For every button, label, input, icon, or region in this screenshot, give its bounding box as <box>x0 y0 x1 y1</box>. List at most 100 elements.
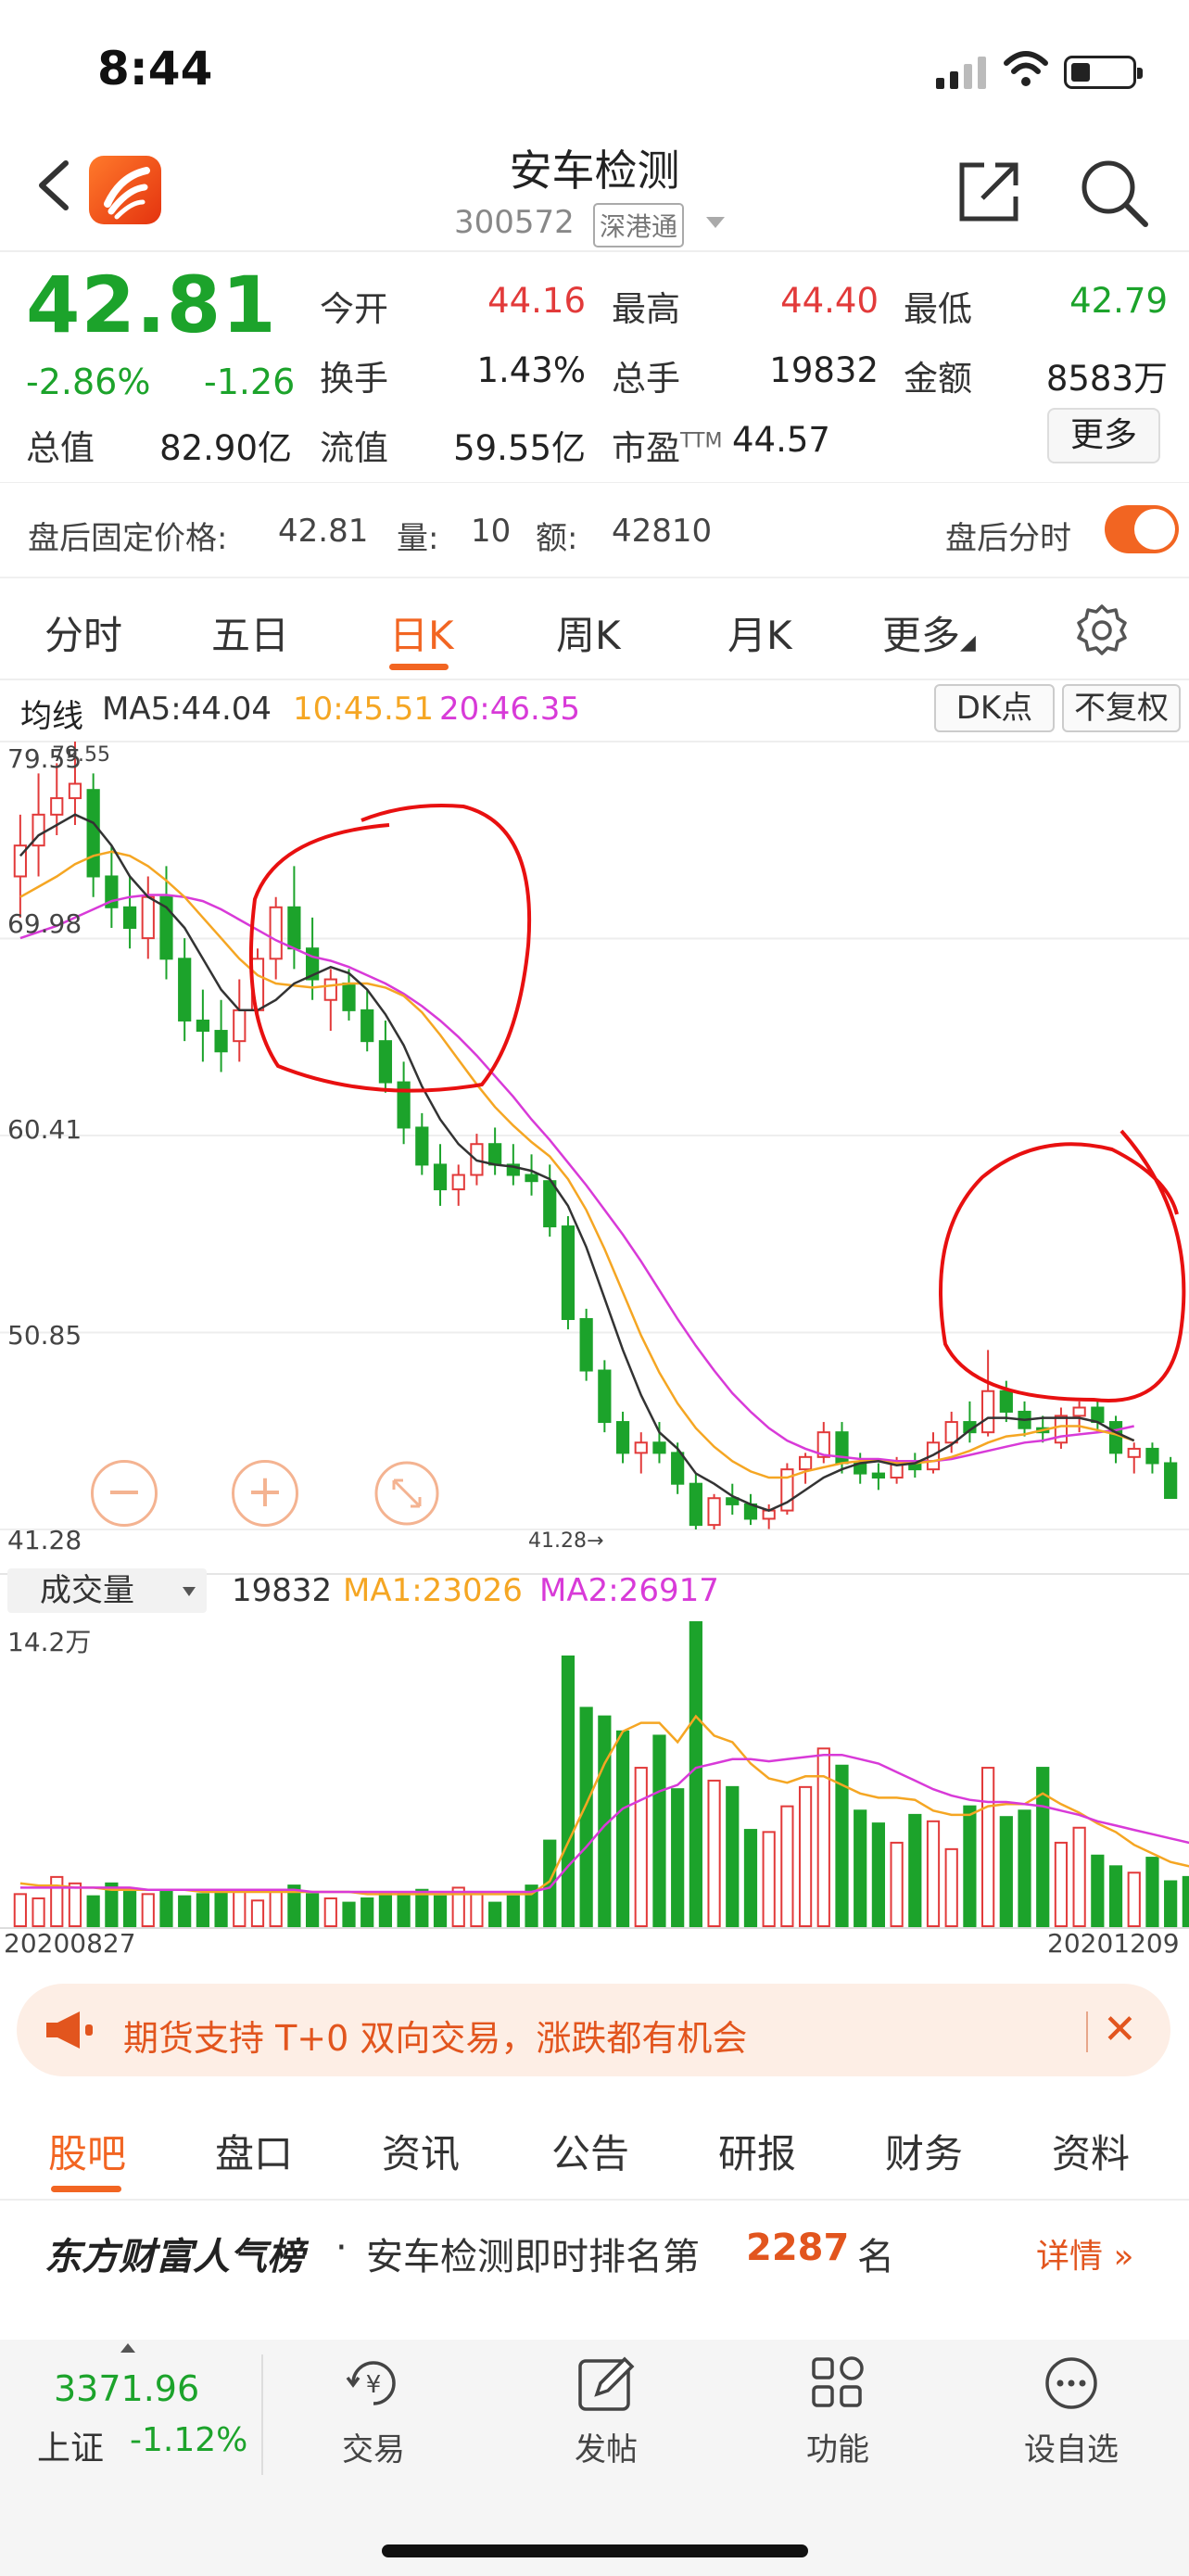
low-annotation: 41.28→ <box>528 1529 604 1553</box>
tab-profile[interactable]: 资料 <box>1052 2123 1130 2179</box>
candle-body <box>360 1009 374 1043</box>
candle-body <box>1072 1406 1086 1417</box>
volume-bar <box>926 1820 941 1927</box>
tab-guba[interactable]: 股吧 <box>48 2123 126 2179</box>
post-icon[interactable] <box>573 2350 639 2417</box>
function-grid-icon[interactable] <box>804 2350 871 2417</box>
high-value: 44.40 <box>780 281 879 321</box>
market-cap-label: 总值 <box>26 428 95 468</box>
change-amount: -1.26 <box>204 362 296 402</box>
volume-bar <box>470 1893 484 1928</box>
volume-bar <box>50 1875 64 1928</box>
after-hours-vol: 10 <box>471 513 512 550</box>
share-icon[interactable] <box>956 158 1023 224</box>
after-hours-timeshare[interactable]: 盘后分时 <box>945 513 1071 558</box>
volume-bar <box>1018 1809 1031 1927</box>
close-icon[interactable]: ✕ <box>1103 2006 1137 2053</box>
volume-bar <box>13 1893 27 1928</box>
zoom-out-button[interactable]: − <box>91 1460 158 1527</box>
volume-bar <box>397 1891 411 1927</box>
tab-weekly-k[interactable]: 周K <box>556 604 621 661</box>
open-label: 今开 <box>320 289 388 329</box>
tab-announcements[interactable]: 公告 <box>551 2123 629 2179</box>
price-axis-label: 41.28 <box>7 1525 82 1555</box>
trade-icon[interactable]: ¥ <box>340 2350 407 2417</box>
after-hours-amt: 42810 <box>612 513 713 550</box>
start-date: 20200827 <box>4 1928 136 1959</box>
index-value[interactable]: 3371.96 <box>54 2368 199 2409</box>
volume-bar <box>360 1897 374 1927</box>
tab-finance[interactable]: 财务 <box>885 2123 963 2179</box>
nav-add-watchlist[interactable]: 设自选 <box>997 2424 1145 2469</box>
promo-text[interactable]: 期货支持 T+0 双向交易，涨跌都有机会 <box>123 2010 747 2061</box>
more-dots-icon[interactable] <box>1038 2350 1105 2417</box>
tab-news[interactable]: 资讯 <box>382 2123 460 2179</box>
volume-selector[interactable]: 成交量 <box>7 1568 207 1613</box>
svg-text:¥: ¥ <box>366 2371 382 2399</box>
volume-ma2: MA2:26917 <box>539 1572 719 1609</box>
more-button[interactable]: 更多 <box>1047 408 1160 463</box>
dk-point-button[interactable]: DK点 <box>934 684 1055 732</box>
volume-bar <box>141 1893 155 1928</box>
volume-bar <box>835 1764 849 1928</box>
current-price: 42.81 <box>26 260 277 350</box>
volume-value: 19832 <box>769 350 879 390</box>
nav-post[interactable]: 发帖 <box>532 2424 680 2469</box>
nav-function[interactable]: 功能 <box>764 2424 912 2469</box>
rank-brand: 东方财富人气榜 <box>44 2236 304 2278</box>
expand-up-icon[interactable] <box>120 2343 135 2353</box>
candle-body <box>999 1390 1013 1413</box>
index-change: -1.12% <box>130 2421 248 2459</box>
volume-bar <box>506 1895 520 1928</box>
no-adjust-button[interactable]: 不复权 <box>1062 684 1181 732</box>
active-tab-indicator <box>389 664 449 670</box>
volume-bar <box>1054 1841 1069 1928</box>
ma5-value: MA5:44.04 <box>102 691 272 728</box>
change-percent: -2.86% <box>26 362 151 402</box>
volume-bar <box>890 1841 904 1928</box>
tab-research[interactable]: 研报 <box>718 2123 796 2179</box>
volume-bar <box>579 1707 593 1928</box>
volume-max-label: 14.2万 <box>7 1627 92 1657</box>
market-tag[interactable]: 深港通 <box>593 203 685 247</box>
candle-body <box>525 1174 538 1183</box>
active-bottom-tab-indicator <box>51 2186 121 2192</box>
tab-timeshare[interactable]: 分时 <box>44 604 122 661</box>
ma5-line <box>19 813 1135 1512</box>
volume-bar <box>323 1897 337 1927</box>
fullscreen-icon[interactable] <box>373 1460 440 1527</box>
after-hours-toggle[interactable] <box>1105 505 1179 553</box>
nav-trade[interactable]: 交易 <box>299 2424 448 2469</box>
volume-bar <box>1072 1826 1086 1927</box>
candle-body <box>579 1318 593 1372</box>
turnover-label: 换手 <box>320 359 388 399</box>
chevron-down-icon[interactable] <box>706 217 725 228</box>
kline-chart[interactable] <box>0 732 1189 1965</box>
tab-five-day[interactable]: 五日 <box>211 604 289 661</box>
rank-unit: 名 <box>857 2236 894 2278</box>
high-label: 最高 <box>612 289 680 329</box>
candle-body <box>615 1421 630 1454</box>
wifi-icon <box>1004 51 1048 86</box>
rank-detail-link[interactable]: 详情 » <box>1036 2229 1133 2278</box>
home-indicator <box>382 2544 808 2557</box>
tab-pankou[interactable]: 盘口 <box>215 2123 293 2179</box>
after-hours-label: 盘后固定价格: <box>28 520 228 557</box>
index-name: 上证 <box>37 2430 105 2468</box>
candle-body <box>269 906 283 960</box>
zoom-in-button[interactable]: + <box>232 1460 298 1527</box>
amount-value: 8583万 <box>1045 359 1168 399</box>
gear-icon[interactable] <box>1075 603 1129 656</box>
float-cap-value: 59.55亿 <box>453 428 586 468</box>
tab-daily-k[interactable]: 日K <box>389 604 454 661</box>
candle-body <box>178 958 192 1022</box>
volume-bar <box>178 1895 192 1928</box>
candle-body <box>981 1390 995 1434</box>
rank-separator: · <box>335 2227 348 2269</box>
tab-monthly-k[interactable]: 月K <box>727 604 792 661</box>
tab-more[interactable]: 更多◢ <box>882 604 976 661</box>
candle-body <box>378 1040 393 1084</box>
volume-bar <box>214 1891 228 1927</box>
search-icon[interactable] <box>1077 156 1151 230</box>
candle-body <box>196 1019 209 1033</box>
